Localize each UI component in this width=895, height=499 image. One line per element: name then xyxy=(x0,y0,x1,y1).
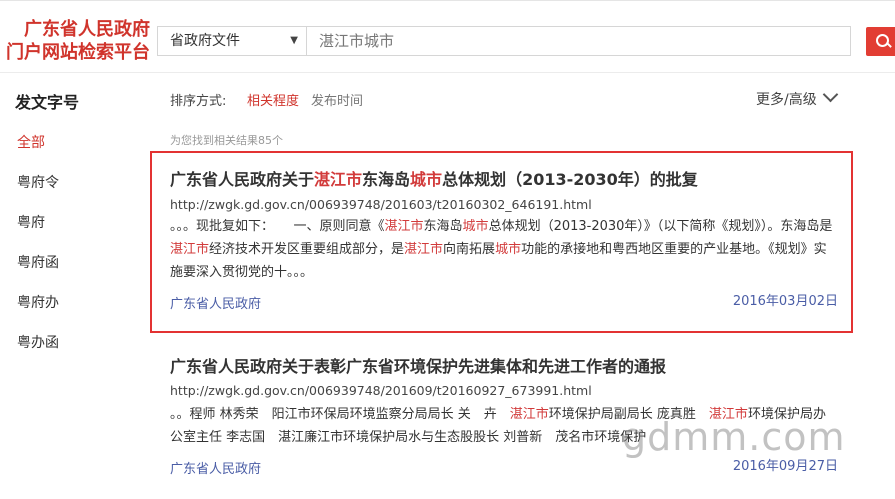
search-icon-handle xyxy=(886,42,892,48)
title-text: 广东省人民政府关于 xyxy=(170,170,315,189)
site-logo[interactable]: 广东省人民政府 门户网站检索平台 xyxy=(0,18,150,64)
logo-line-2: 门户网站检索平台 xyxy=(6,42,150,63)
advanced-toggle[interactable]: 更多/高级 xyxy=(756,86,838,109)
snippet-highlight: 湛江市 xyxy=(170,242,210,257)
title-highlight: 湛江市 xyxy=(314,170,363,189)
sidebar-item-all[interactable]: 全部 xyxy=(17,132,45,152)
snippet-text: 向南拓展 xyxy=(443,242,496,257)
title-text: 总体规划（2013-2030年）的批复 xyxy=(442,170,698,189)
snippet-highlight: 湛江市 xyxy=(509,407,549,422)
result-title-1[interactable]: 广东省人民政府关于湛江市东海岛城市总体规划（2013-2030年）的批复 xyxy=(170,166,698,190)
result-title-2[interactable]: 广东省人民政府关于表彰广东省环境保护先进集体和先进工作者的通报 xyxy=(170,353,666,377)
snippet-text: 东海岛 xyxy=(423,219,463,234)
sort-by-relevance[interactable]: 相关程度 xyxy=(247,90,299,109)
snippet-highlight: 湛江市 xyxy=(404,242,444,257)
sort-by-date[interactable]: 发布时间 xyxy=(311,90,363,109)
search-input[interactable]: 湛江市城市 xyxy=(307,26,851,56)
title-text: 广东省人民政府关于表彰广东省环境保护先进集体和先进工作者的通报 xyxy=(170,357,667,376)
snippet-highlight: 城市 xyxy=(495,242,522,257)
caret-down-icon: ▼ xyxy=(290,35,298,46)
snippet-text: 。。程师 林秀荣 阳江市环保局环境监察分局局长 关 卉 xyxy=(170,407,510,422)
advanced-label: 更多/高级 xyxy=(756,92,817,108)
result-count: 为您找到相关结果85个 xyxy=(170,134,283,147)
snippet-text: 。。。现批复如下： 一、原则同意《 xyxy=(170,219,385,234)
search-button[interactable] xyxy=(866,27,895,56)
chevron-down-icon xyxy=(822,86,838,103)
snippet-text: 经济技术开发区重要组成部分，是 xyxy=(209,242,405,257)
result-source-2[interactable]: 广东省人民政府 xyxy=(170,458,261,477)
top-border xyxy=(0,0,895,1)
snippet-text: 总体规划（2013-2030年）》（以下简称《规划》）。东海岛是 xyxy=(488,219,833,234)
result-url-2[interactable]: http://zwgk.gd.gov.cn/006939748/201609/t… xyxy=(170,383,592,398)
title-highlight: 城市 xyxy=(410,170,443,189)
header-divider xyxy=(0,72,895,73)
snippet-highlight: 湛江市 xyxy=(384,219,424,234)
sidebar-title: 发文字号 xyxy=(15,93,80,112)
sidebar-item-yuefuling[interactable]: 粤府令 xyxy=(17,172,59,192)
search-scope-select[interactable]: 省政府文件 ▼ xyxy=(157,26,307,56)
result-snippet-1: 。。。现批复如下： 一、原则同意《湛江市东海岛城市总体规划（2013-2030年… xyxy=(170,215,838,284)
result-url-1[interactable]: http://zwgk.gd.gov.cn/006939748/201603/t… xyxy=(170,197,592,212)
search-query: 湛江市城市 xyxy=(319,32,395,50)
watermark: gdmm.com xyxy=(622,415,846,459)
search-scope-value: 省政府文件 xyxy=(170,33,240,49)
title-text: 东海岛 xyxy=(362,170,411,189)
sort-label: 排序方式: xyxy=(170,94,227,109)
sidebar-item-yuefuhan[interactable]: 粤府函 xyxy=(17,252,59,272)
snippet-highlight: 城市 xyxy=(462,219,489,234)
logo-line-1: 广东省人民政府 xyxy=(24,19,150,40)
sidebar-item-yuebanhan[interactable]: 粤办函 xyxy=(17,332,59,352)
sidebar-item-yuefuban[interactable]: 粤府办 xyxy=(17,292,59,312)
result-date-1: 2016年03月02日 xyxy=(732,294,838,309)
sidebar-item-yuefu[interactable]: 粤府 xyxy=(17,212,45,232)
result-source-1[interactable]: 广东省人民政府 xyxy=(170,293,261,312)
